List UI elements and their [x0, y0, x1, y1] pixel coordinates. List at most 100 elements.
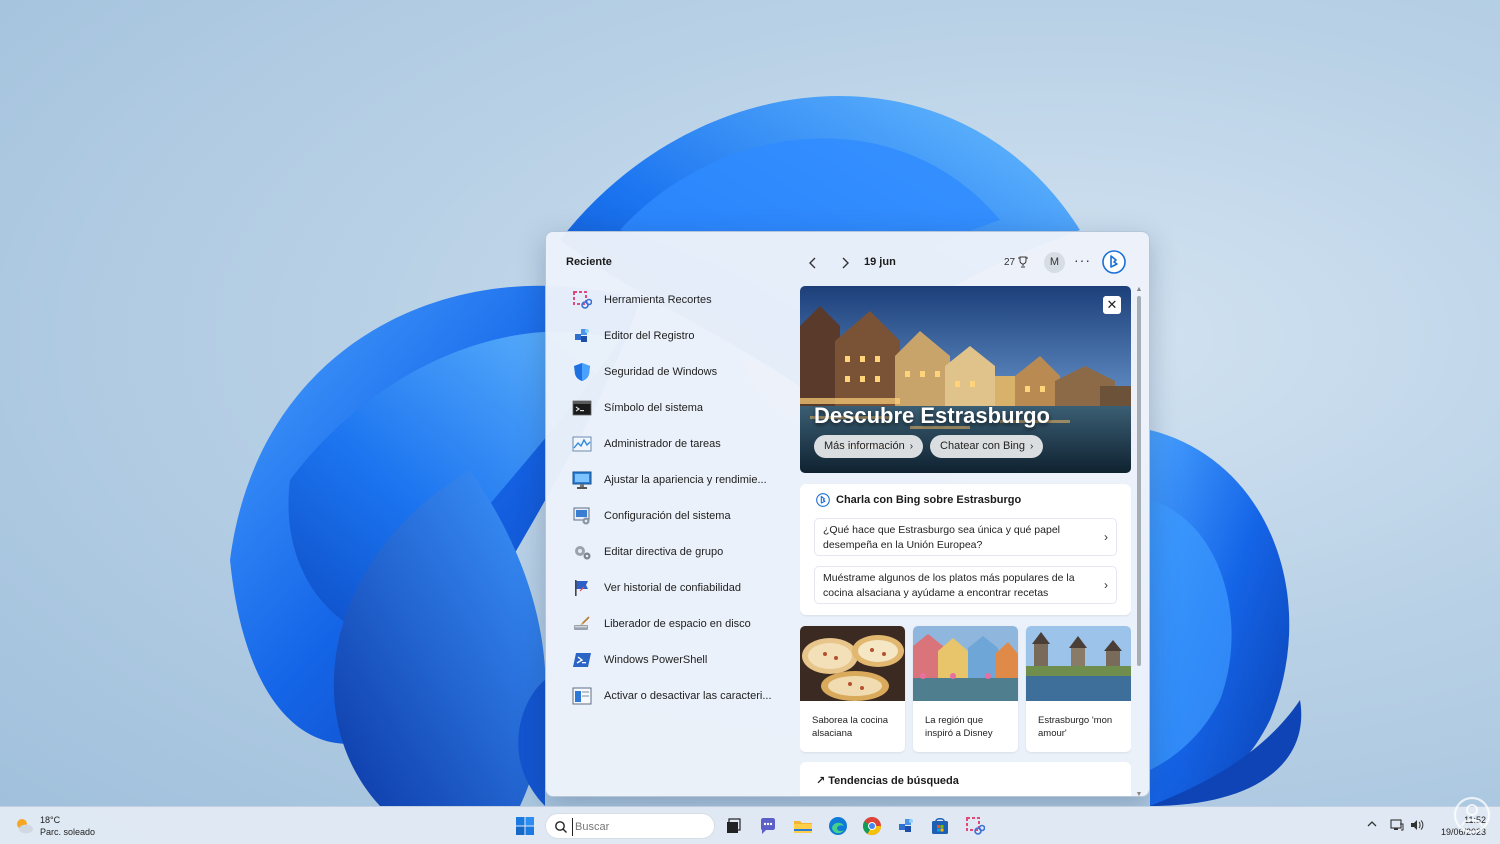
- scroll-up-icon[interactable]: ▲: [1135, 286, 1143, 293]
- file-explorer-button[interactable]: [793, 816, 813, 836]
- weather-widget[interactable]: 18°C Parc. soleado: [14, 814, 95, 838]
- today-section: 19 jun 27 M ··· ✕ Descubre Estrasburgo M…: [800, 232, 1149, 796]
- show-hidden-icons-button[interactable]: [1366, 818, 1378, 833]
- recent-item-label: Windows PowerShell: [604, 654, 708, 666]
- chevron-right-icon: ›: [909, 441, 914, 452]
- search-input[interactable]: [572, 818, 707, 836]
- volume-button[interactable]: [1410, 818, 1424, 835]
- recent-item-label: Administrador de tareas: [604, 438, 721, 450]
- recent-item-label: Símbolo del sistema: [604, 402, 704, 414]
- recent-item-snipping-tool[interactable]: Herramienta Recortes: [566, 282, 796, 318]
- partly-sunny-icon: [17, 819, 33, 834]
- tile-label: Saborea la cocina alsaciana: [812, 715, 889, 739]
- chevron-right-icon: [842, 257, 849, 269]
- trophy-icon: [1018, 256, 1029, 268]
- rewards-points[interactable]: 27: [1004, 256, 1029, 268]
- panel-topbar: 19 jun 27 M ···: [800, 250, 1149, 276]
- more-options-button[interactable]: ···: [1074, 252, 1091, 268]
- hero-close-button[interactable]: ✕: [1103, 296, 1121, 314]
- hero-actions: Más información › Chatear con Bing ›: [814, 435, 1044, 458]
- bing-icon: [1102, 250, 1126, 274]
- snipping-tool-icon: [573, 291, 592, 309]
- recent-item-task-manager[interactable]: Administrador de tareas: [566, 426, 796, 462]
- snipping-tool-icon: [966, 817, 986, 835]
- scrollbar-thumb[interactable]: [1137, 296, 1141, 666]
- chat-card-title: Charla con Bing sobre Estrasburgo: [836, 494, 1022, 506]
- recent-item-label: Configuración del sistema: [604, 510, 731, 522]
- tile-strasbourg-amour[interactable]: Estrasburgo 'mon amour': [1026, 626, 1131, 752]
- tile-image-colmar: [913, 626, 1018, 701]
- chat-card-header: Charla con Bing sobre Estrasburgo: [816, 493, 1021, 507]
- microsoft-store-button[interactable]: [930, 816, 950, 836]
- tile-label: Estrasburgo 'mon amour': [1038, 715, 1113, 739]
- store-icon: [932, 818, 948, 834]
- recent-section: Reciente Herramienta Recortes Editor del…: [566, 256, 796, 714]
- rewards-points-value: 27: [1004, 256, 1016, 268]
- snipping-tool-taskbar-button[interactable]: [965, 816, 986, 836]
- search-icon: [555, 821, 567, 833]
- chat-with-bing-button[interactable]: Chatear con Bing ›: [930, 435, 1044, 458]
- recent-item-label: Editar directiva de grupo: [604, 546, 724, 558]
- chat-suggestion-text: Muéstrame algunos de los platos más popu…: [823, 572, 1075, 599]
- recent-item-label: Seguridad de Windows: [604, 366, 718, 378]
- taskbar-search[interactable]: [545, 813, 715, 839]
- search-trends-card[interactable]: ↗ Tendencias de búsqueda: [800, 762, 1131, 796]
- chevron-up-icon: [1367, 821, 1377, 827]
- tile-image-food: [800, 626, 905, 701]
- chrome-browser-button[interactable]: [862, 816, 882, 836]
- more-info-button[interactable]: Más información ›: [814, 435, 924, 458]
- recent-item-label: Activar o desactivar las caracteri...: [604, 690, 772, 702]
- hero-card[interactable]: ✕ Descubre Estrasburgo Más información › …: [800, 286, 1131, 473]
- performance-options-icon: [572, 471, 592, 489]
- topic-tiles: Saborea la cocina alsaciana La región qu…: [800, 626, 1131, 752]
- teams-chat-button[interactable]: [758, 816, 778, 836]
- recent-item-group-policy[interactable]: Editar directiva de grupo: [566, 534, 796, 570]
- scroll-down-icon[interactable]: ▼: [1135, 791, 1143, 796]
- panel-scrollbar[interactable]: ▲ ▼: [1135, 286, 1143, 796]
- chat-icon: [761, 818, 775, 834]
- chat-suggestion-2[interactable]: Muéstrame algunos de los platos más popu…: [814, 566, 1117, 604]
- start-button[interactable]: [515, 816, 535, 836]
- windows-security-icon: [574, 363, 590, 381]
- search-flyout-panel: Reciente Herramienta Recortes Editor del…: [545, 231, 1150, 797]
- windows-logo-icon: [516, 817, 534, 835]
- search-trends-title: Tendencias de búsqueda: [828, 775, 959, 787]
- recent-item-disk-cleanup[interactable]: Liberador de espacio en disco: [566, 606, 796, 642]
- edge-browser-button[interactable]: [828, 816, 848, 836]
- chevron-left-icon: [809, 257, 816, 269]
- system-configuration-icon: [573, 507, 590, 525]
- hero-title: Descubre Estrasburgo: [814, 403, 1050, 428]
- recent-item-label: Ajustar la apariencia y rendimie...: [604, 474, 767, 486]
- recent-list: Herramienta Recortes Editor del Registro…: [566, 282, 796, 714]
- recent-item-command-prompt[interactable]: Símbolo del sistema: [566, 390, 796, 426]
- recent-item-reliability-history[interactable]: Ver historial de confiabilidad: [566, 570, 796, 606]
- recent-item-system-configuration[interactable]: Configuración del sistema: [566, 498, 796, 534]
- network-button[interactable]: [1390, 818, 1404, 835]
- edge-icon: [829, 817, 847, 835]
- task-view-button[interactable]: [723, 816, 743, 836]
- trending-up-icon: ↗: [816, 775, 826, 787]
- bing-chat-button[interactable]: [1102, 250, 1126, 274]
- recent-item-powershell[interactable]: Windows PowerShell: [566, 642, 796, 678]
- current-date: 19 jun: [864, 256, 896, 268]
- tile-image-strasbourg: [1026, 626, 1131, 701]
- registry-editor-icon: [575, 329, 589, 342]
- chat-with-bing-label: Chatear con Bing: [940, 440, 1026, 452]
- recent-item-registry-editor[interactable]: Editor del Registro: [566, 318, 796, 354]
- tile-alsatian-cuisine[interactable]: Saborea la cocina alsaciana: [800, 626, 905, 752]
- recent-item-performance-options[interactable]: Ajustar la apariencia y rendimie...: [566, 462, 796, 498]
- task-view-icon: [727, 818, 741, 833]
- registry-editor-icon: [899, 819, 913, 832]
- tile-disney-region[interactable]: La región que inspiró a Disney: [913, 626, 1018, 752]
- chat-suggestion-1[interactable]: ¿Qué hace que Estrasburgo sea única y qu…: [814, 518, 1117, 556]
- user-avatar[interactable]: M: [1044, 252, 1065, 273]
- today-content: ✕ Descubre Estrasburgo Más información › …: [800, 286, 1131, 796]
- next-button[interactable]: [836, 254, 854, 272]
- recent-item-windows-security[interactable]: Seguridad de Windows: [566, 354, 796, 390]
- recent-item-windows-features[interactable]: Activar o desactivar las caracteri...: [566, 678, 796, 714]
- previous-button[interactable]: [804, 254, 822, 272]
- folder-icon: [794, 821, 812, 833]
- command-prompt-icon: [572, 400, 592, 416]
- registry-editor-taskbar-button[interactable]: [896, 816, 916, 836]
- windows-features-icon: [572, 687, 592, 705]
